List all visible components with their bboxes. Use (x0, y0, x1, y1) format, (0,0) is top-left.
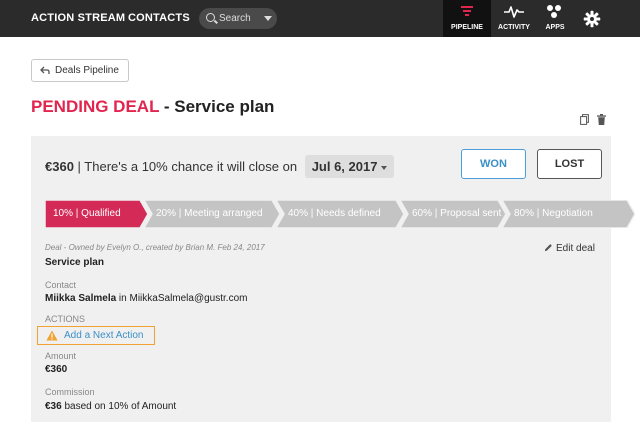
deal-status: PENDING DEAL (31, 97, 160, 116)
pipeline-stage-label: 80% | Negotiation (514, 208, 593, 219)
contact-name[interactable]: Miikka Salmela (45, 293, 116, 304)
deal-title-name: Service plan (174, 97, 275, 116)
pipeline-stage-label: 40% | Needs defined (288, 208, 381, 219)
add-next-action-label: Add a Next Action (64, 330, 144, 341)
amount-value: €360 (45, 364, 67, 375)
commission-amount: €36 (45, 401, 62, 412)
trash-icon[interactable] (597, 114, 606, 125)
search-dropdown-chevron-icon[interactable] (264, 16, 272, 21)
close-date-picker[interactable]: Jul 6, 2017 (304, 155, 395, 178)
nav-item-activity[interactable]: Activity (493, 0, 535, 37)
pipeline-stage-3[interactable]: 40% | Needs defined (276, 200, 404, 228)
deal-meta: Deal - Owned by Evelyn O., created by Br… (45, 243, 265, 252)
contact-value: Miikka Salmela in MiikkaSalmela@gustr.co… (45, 293, 247, 304)
pipeline-stages: 10% | Qualified 20% | Meeting arranged 40%… (45, 200, 635, 228)
deal-summary: €360 | There's a 10% chance it will clos… (45, 155, 395, 178)
back-arrow-icon (40, 66, 50, 74)
pipeline-stage-label: 20% | Meeting arranged (156, 208, 263, 219)
nav-item-apps[interactable]: Apps (537, 0, 573, 37)
amount-label: Amount (45, 351, 77, 361)
gear-icon (583, 10, 601, 28)
pencil-icon (544, 244, 552, 252)
edit-deal-link[interactable]: Edit deal (544, 243, 595, 254)
nav-item-activity-label: Activity (498, 24, 530, 31)
copy-icon[interactable] (580, 114, 589, 125)
top-navigation-bar: Action Stream Contacts Pipeline Activity… (0, 0, 640, 37)
add-next-action-button[interactable]: Add a Next Action (37, 326, 155, 345)
deal-name: Service plan (45, 257, 104, 268)
nav-item-pipeline[interactable]: Pipeline (443, 0, 491, 37)
apps-icon (547, 5, 563, 19)
contact-in: in (116, 293, 130, 304)
pipeline-stage-4[interactable]: 60% | Proposal sent (400, 200, 506, 228)
pipeline-stage-label: 60% | Proposal sent (412, 208, 502, 219)
deals-pipeline-back-button[interactable]: Deals Pipeline (31, 59, 129, 82)
nav-item-apps-label: Apps (545, 24, 565, 31)
search-box[interactable] (199, 8, 277, 29)
actions-label: ACTIONS (45, 314, 86, 324)
won-button[interactable]: WON (461, 149, 526, 179)
search-icon (206, 13, 215, 22)
contact-email[interactable]: MiikkaSalmela@gustr.com (130, 293, 248, 304)
back-button-label: Deals Pipeline (55, 65, 119, 76)
lost-button[interactable]: LOST (537, 149, 602, 179)
nav-link-action-stream[interactable]: Action Stream (31, 12, 125, 24)
summary-amount: €360 (45, 159, 74, 174)
commission-value: €36 based on 10% of Amount (45, 401, 176, 412)
deal-panel: €360 | There's a 10% chance it will clos… (31, 136, 635, 422)
commission-note: based on 10% of Amount (61, 401, 177, 412)
search-input[interactable] (219, 11, 261, 26)
amount-value-text: €360 (45, 364, 68, 375)
pipeline-stage-1[interactable]: 10% | Qualified (45, 200, 148, 228)
chevron-down-icon (381, 165, 388, 170)
pipeline-stage-2[interactable]: 20% | Meeting arranged (144, 200, 280, 228)
contact-label: Contact (45, 280, 77, 290)
close-date-value: Jul 6, 2017 (311, 159, 378, 174)
settings-button[interactable] (577, 0, 607, 37)
pipeline-stage-label: 10% | Qualified (53, 208, 121, 219)
pipeline-stage-5[interactable]: 80% | Negotiation (502, 200, 635, 228)
pipeline-icon (461, 6, 473, 20)
commission-label: Commission (45, 387, 95, 397)
edit-deal-label: Edit deal (556, 243, 595, 254)
nav-link-contacts[interactable]: Contacts (128, 12, 190, 24)
summary-text: | There's a 10% chance it will close on (77, 159, 298, 174)
activity-pulse-icon (504, 6, 524, 18)
nav-item-pipeline-label: Pipeline (451, 24, 483, 31)
title-separator: - (159, 97, 175, 116)
warning-icon (46, 330, 58, 341)
page-title: PENDING DEAL - Service plan (31, 97, 274, 117)
